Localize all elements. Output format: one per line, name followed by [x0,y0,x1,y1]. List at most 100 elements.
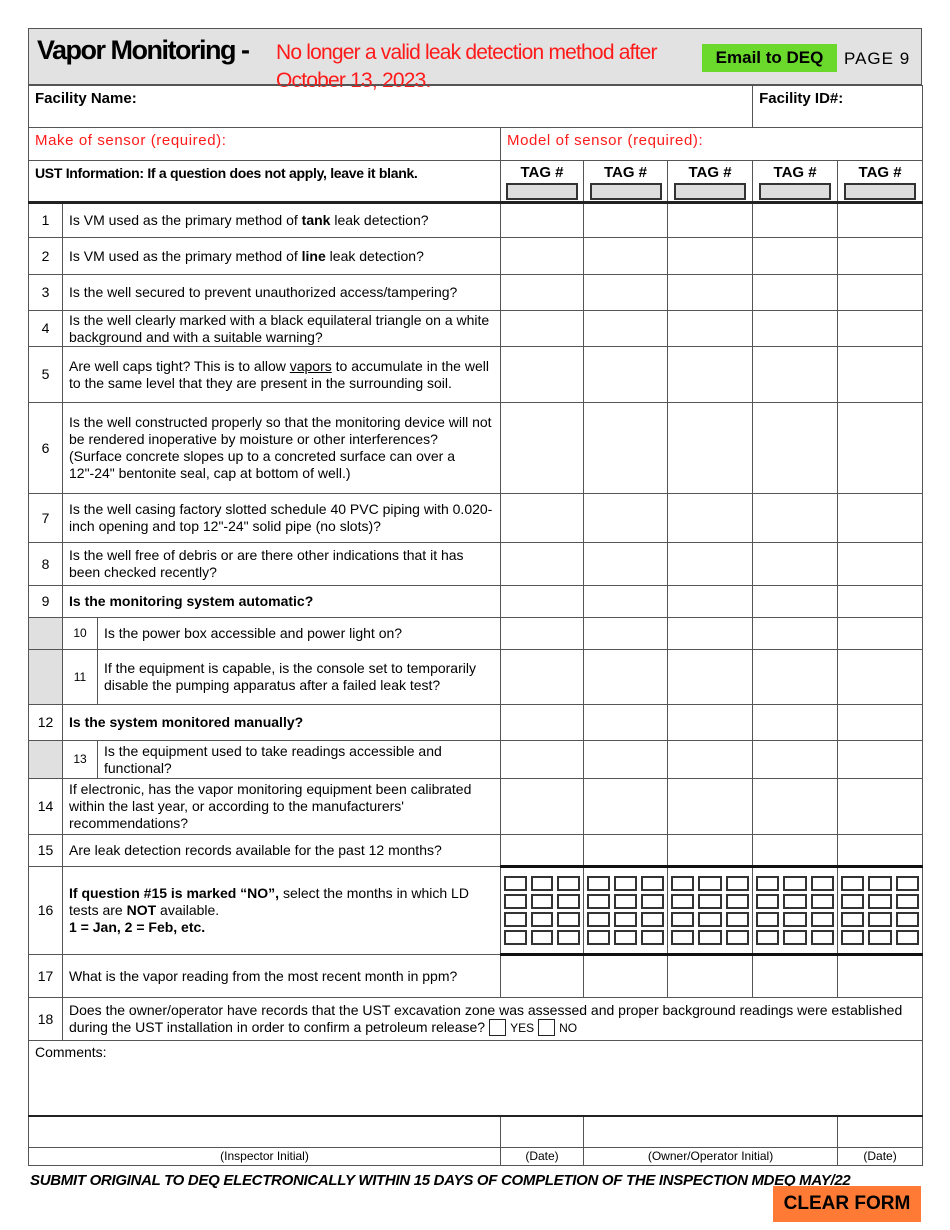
month-checkbox[interactable] [614,876,637,891]
facility-id-field[interactable]: Facility ID#: [752,85,924,128]
owner-initial-field[interactable] [582,1114,839,1148]
month-checkbox[interactable] [810,894,835,909]
month-checkbox[interactable] [671,894,695,909]
answer-cell[interactable] [583,954,668,998]
answer-cell[interactable] [583,778,668,835]
answer-cell[interactable] [500,402,584,494]
answer-cell[interactable] [837,834,924,867]
month-checkbox[interactable] [756,876,780,891]
month-checkbox[interactable] [895,894,920,909]
month-checkbox[interactable] [725,876,750,891]
tag-number-input[interactable] [506,183,578,200]
answer-cell[interactable] [500,202,584,238]
month-checkbox[interactable] [756,894,780,909]
answer-cell[interactable] [583,310,668,347]
month-selector-cell[interactable] [583,865,668,956]
owner-date-field[interactable] [837,1114,924,1148]
answer-cell[interactable] [500,649,584,705]
sensor-model-field[interactable]: Model of sensor (required): [499,127,924,161]
month-checkbox[interactable] [557,930,580,945]
inspector-initial-field[interactable] [28,1114,501,1148]
answer-cell[interactable] [752,740,839,779]
month-checkbox[interactable] [504,930,527,945]
month-checkbox[interactable] [725,930,750,945]
comments-field[interactable]: Comments: [27,1040,924,1116]
answer-cell[interactable] [500,493,584,543]
facility-name-field[interactable]: Facility Name: [27,85,754,128]
month-checkbox[interactable] [783,930,807,945]
month-checkbox[interactable] [841,912,865,927]
answer-cell[interactable] [752,202,839,238]
month-checkbox[interactable] [841,894,865,909]
inspector-date-field[interactable] [500,1114,584,1148]
answer-cell[interactable] [837,493,924,543]
answer-cell[interactable] [500,834,584,867]
answer-cell[interactable] [500,237,584,275]
answer-cell[interactable] [666,617,754,650]
answer-cell[interactable] [752,402,839,494]
answer-cell[interactable] [666,649,754,705]
answer-cell[interactable] [837,402,924,494]
month-checkbox[interactable] [614,894,637,909]
month-checkbox[interactable] [614,912,637,927]
answer-cell[interactable] [500,346,584,403]
month-checkbox[interactable] [895,876,920,891]
answer-cell[interactable] [752,493,839,543]
answer-cell[interactable] [500,585,584,618]
answer-cell[interactable] [837,274,924,311]
answer-cell[interactable] [666,493,754,543]
month-checkbox[interactable] [641,894,664,909]
answer-cell[interactable] [752,274,839,311]
answer-cell[interactable] [752,617,839,650]
month-checkbox[interactable] [841,876,865,891]
month-checkbox[interactable] [671,930,695,945]
answer-cell[interactable] [666,237,754,275]
answer-cell[interactable] [752,704,839,741]
clear-form-button[interactable]: CLEAR FORM [773,1186,921,1222]
answer-cell[interactable] [583,585,668,618]
tag-number-input[interactable] [674,183,747,200]
month-selector-cell[interactable] [666,865,754,956]
month-checkbox[interactable] [698,912,722,927]
answer-cell[interactable] [752,954,839,998]
answer-cell[interactable] [837,954,924,998]
month-checkbox[interactable] [810,876,835,891]
answer-cell[interactable] [752,237,839,275]
answer-cell[interactable] [666,310,754,347]
answer-cell[interactable] [583,237,668,275]
tag-number-input[interactable] [759,183,832,200]
answer-cell[interactable] [666,704,754,741]
month-checkbox[interactable] [841,930,865,945]
answer-cell[interactable] [500,617,584,650]
email-to-deq-button[interactable]: Email to DEQ [702,44,837,72]
answer-cell[interactable] [837,778,924,835]
month-selector-cell[interactable] [500,865,584,956]
answer-cell[interactable] [666,740,754,779]
month-checkbox[interactable] [641,912,664,927]
month-checkbox[interactable] [557,912,580,927]
sensor-make-field[interactable]: Make of sensor (required): [28,127,501,161]
month-checkbox[interactable] [671,876,695,891]
month-checkbox[interactable] [868,912,892,927]
month-checkbox[interactable] [587,930,610,945]
answer-cell[interactable] [583,402,668,494]
answer-cell[interactable] [837,542,924,586]
month-checkbox[interactable] [614,930,637,945]
answer-cell[interactable] [500,778,584,835]
answer-cell[interactable] [583,346,668,403]
month-checkbox[interactable] [783,912,807,927]
month-checkbox[interactable] [756,912,780,927]
month-checkbox[interactable] [504,876,527,891]
answer-cell[interactable] [500,704,584,741]
month-checkbox[interactable] [868,894,892,909]
month-checkbox[interactable] [810,930,835,945]
month-checkbox[interactable] [671,912,695,927]
month-checkbox[interactable] [868,930,892,945]
answer-cell[interactable] [837,237,924,275]
month-checkbox[interactable] [504,894,527,909]
answer-cell[interactable] [752,310,839,347]
answer-cell[interactable] [752,585,839,618]
month-checkbox[interactable] [641,876,664,891]
month-checkbox[interactable] [641,930,664,945]
answer-cell[interactable] [837,740,924,779]
